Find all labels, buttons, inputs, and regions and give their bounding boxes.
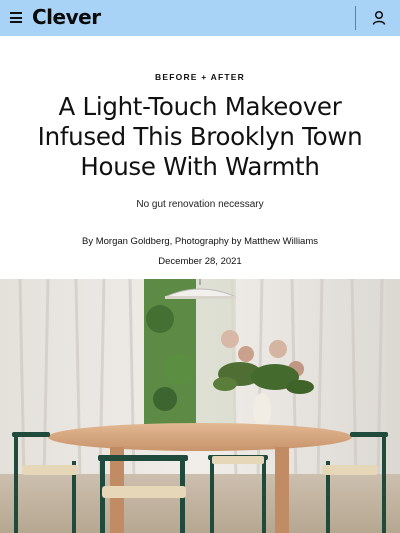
article-headline: A Light-Touch Makeover Infused This Broo… [20, 92, 380, 182]
headline-line-1: A Light-Touch Makeover [58, 92, 342, 121]
hero-image [0, 279, 400, 533]
headline-line-2: Infused This Brooklyn Town [37, 122, 363, 151]
article-byline: By Morgan Goldberg, Photography by Matth… [81, 236, 319, 247]
dining-room-photo [0, 279, 400, 533]
header-divider [355, 6, 356, 30]
top-navigation-bar: Clever [0, 0, 400, 36]
article-dek: No gut renovation necessary [136, 199, 264, 210]
headline-line-3: House With Warmth [80, 152, 320, 181]
hamburger-menu-icon[interactable] [10, 12, 22, 23]
article-kicker[interactable]: BEFORE + AFTER [0, 72, 400, 82]
site-logo[interactable]: Clever [32, 5, 101, 29]
article-date: December 28, 2021 [158, 256, 242, 267]
user-account-icon[interactable] [370, 9, 388, 27]
